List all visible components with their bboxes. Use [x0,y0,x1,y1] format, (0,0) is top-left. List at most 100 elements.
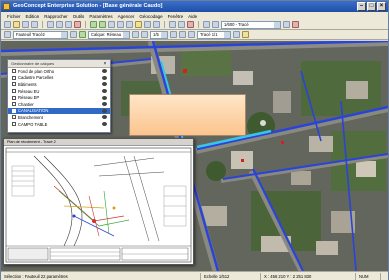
locate-icon[interactable] [283,21,290,28]
zoom-out-icon[interactable] [99,21,106,28]
style-combo[interactable]: Calque: Réseau [88,30,130,39]
checkbox[interactable] [12,108,16,113]
filter-icon[interactable] [70,31,77,38]
checkbox[interactable] [12,122,16,127]
pan-icon[interactable] [108,21,115,28]
layer-item[interactable]: Réseau EP [8,94,110,101]
status-bar: Sélection : Fauteuil 22 paramètres Echel… [1,271,388,280]
callout-box [129,94,246,136]
zoom-combo[interactable]: 1/5 [150,30,168,39]
visibility-icon[interactable] [102,95,107,100]
layer-item-label: Réseau EP [18,95,40,101]
zoom-in-icon[interactable] [90,21,97,28]
copy-icon[interactable] [56,21,63,28]
checkbox[interactable] [12,75,16,80]
new-file-icon[interactable] [4,21,11,28]
window-controls: – □ × [357,2,386,11]
print-icon[interactable] [31,21,38,28]
menu-outils[interactable]: Outils [73,14,85,19]
layer-item-label: CANALISATION [18,108,49,114]
menu-edition[interactable]: Edition [26,14,40,19]
layer-item[interactable]: Chantier [8,101,110,108]
menu-rapprocher[interactable]: Rapprocher [44,14,68,19]
save-icon[interactable] [22,21,29,28]
layer-item-selected[interactable]: CANALISATION [8,107,110,115]
layers-icon[interactable] [135,21,142,28]
layer-item[interactable]: Fond de plan Ortho [8,68,110,75]
rotate-icon[interactable] [188,31,195,38]
layer-item[interactable]: CAMPO TABLE [8,121,110,128]
snap-icon[interactable] [170,31,177,38]
close-button[interactable]: × [377,2,386,11]
checkbox[interactable] [12,82,16,87]
menu-agencer[interactable]: Agencer [118,14,135,19]
edit-icon[interactable] [203,21,210,28]
line-style-icon[interactable] [141,31,148,38]
select-icon[interactable] [117,21,124,28]
status-mode: NUM [356,272,381,280]
close-icon[interactable]: × [102,61,108,67]
visibility-icon[interactable] [102,122,107,127]
layer-item-label: Fond de plan Ortho [18,68,55,74]
draw-line-icon[interactable] [292,21,299,28]
plan-window[interactable]: Plan de récolement - Tracé 2 [3,138,194,265]
paste-icon[interactable] [65,21,72,28]
menu-geocodage[interactable]: Géocodage [139,14,162,19]
checkbox[interactable] [12,115,16,120]
visibility-icon[interactable] [102,89,107,94]
info-icon[interactable] [153,21,160,28]
pointer-icon[interactable] [4,31,11,38]
toolbar-separator [164,21,165,28]
app-window: GeoConcept Enterprise Solution - [Base g… [0,0,389,280]
main-toolbar: 1/600 - Tracé [1,20,388,30]
visibility-icon[interactable] [102,115,107,120]
menu-fenetre[interactable]: Fenêtre [168,14,184,19]
visibility-icon[interactable] [102,108,107,113]
layer-item[interactable]: Réseau EU [8,88,110,95]
status-coords: X : 456 210 Y : 2 251 830 [261,272,356,280]
menu-aide[interactable]: Aide [188,14,197,19]
layer-item-label: Branchement [18,114,43,120]
layer-item-label: Réseau EU [18,88,40,94]
layer-item-label: CAMPO TABLE [18,121,48,127]
layers-panel: Gestionnaire de calques × Fond de plan O… [7,59,111,133]
delete-icon[interactable] [74,21,81,28]
maximize-button[interactable]: □ [367,2,376,11]
check-icon[interactable] [79,31,86,38]
menu-fichier[interactable]: Fichier [7,14,21,19]
export-icon[interactable] [233,31,240,38]
visibility-icon[interactable] [102,69,107,74]
layer-item[interactable]: Cadastre Parcelles [8,75,110,82]
open-folder-icon[interactable] [13,21,20,28]
scale-combo[interactable]: 1/600 - Tracé [221,20,281,29]
checkbox[interactable] [12,102,16,107]
layer-combo[interactable]: Fauteuil Tracé2 [13,30,68,39]
checkbox[interactable] [12,89,16,94]
stop-icon[interactable] [187,21,194,28]
node-icon[interactable] [212,21,219,28]
grid-icon[interactable] [144,21,151,28]
visibility-icon[interactable] [102,82,107,87]
page-combo[interactable]: Tracé 1/1 [197,30,231,39]
measure-icon[interactable] [126,21,133,28]
menu-parametres[interactable]: Paramètres [89,14,112,19]
checkbox[interactable] [12,95,16,100]
refresh-icon[interactable] [169,21,176,28]
layer-item-label: Chantier [18,101,34,107]
plan-drawing [4,146,193,264]
layer-item-label: Bâtiments [18,81,37,87]
color-icon[interactable] [132,31,139,38]
bookmark-icon[interactable] [242,31,249,38]
minimize-button[interactable]: – [357,2,366,11]
visibility-icon[interactable] [102,75,107,80]
status-selection: Sélection : Fauteuil 22 paramètres [1,272,201,280]
visibility-icon[interactable] [102,102,107,107]
checkbox[interactable] [12,69,16,74]
layer-item[interactable]: Branchement [8,114,110,121]
align-icon[interactable] [179,31,186,38]
cut-icon[interactable] [47,21,54,28]
layer-item[interactable]: Bâtiments [8,81,110,88]
app-icon [3,3,10,10]
status-scale: Echelle 1/512 [201,272,261,280]
table-icon[interactable] [178,21,185,28]
